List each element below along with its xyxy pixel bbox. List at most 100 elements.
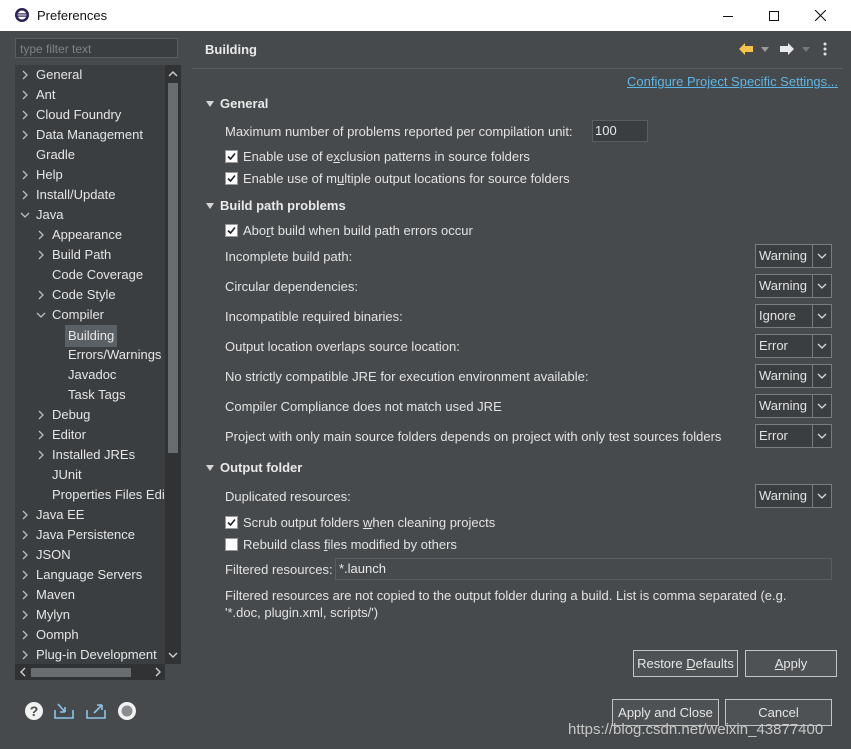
filtered-resources-label: Filtered resources:: [225, 562, 333, 577]
section-output-folder[interactable]: Output folder: [206, 460, 302, 475]
tree-item-label: Java EE: [36, 507, 85, 522]
checkbox-checked-icon[interactable]: [225, 224, 238, 238]
tree-item-label: Code Coverage: [52, 267, 144, 282]
filtered-resources-input[interactable]: *.launch: [335, 558, 832, 580]
tree-collapsed-icon[interactable]: [19, 525, 31, 545]
checkbox-checked-icon[interactable]: [225, 172, 238, 186]
tree-vertical-scrollbar[interactable]: [165, 65, 181, 664]
forward-menu-chevron-icon[interactable]: [802, 47, 810, 52]
abort-build-checkbox[interactable]: Abort build when build path errors occur: [225, 223, 473, 239]
tree-item-label: Oomph: [36, 627, 79, 642]
chevron-down-icon[interactable]: [812, 245, 831, 267]
window-title: Preferences: [37, 8, 108, 23]
maximize-button[interactable]: [751, 0, 797, 31]
chevron-down-icon[interactable]: [812, 485, 831, 507]
tree-collapsed-icon[interactable]: [19, 625, 31, 645]
tree-collapsed-icon[interactable]: [19, 85, 31, 105]
tree-item-label: Compiler: [52, 307, 105, 322]
tree-collapsed-icon[interactable]: [19, 185, 31, 205]
configure-project-settings-link[interactable]: Configure Project Specific Settings...: [627, 74, 838, 89]
tree-collapsed-icon[interactable]: [19, 125, 31, 145]
filter-input[interactable]: type filter text: [15, 38, 178, 58]
tree-expanded-icon[interactable]: [35, 305, 47, 325]
no-compatible-jre-select[interactable]: Warning: [755, 364, 832, 388]
duplicated-resources-label: Duplicated resources:: [225, 489, 351, 504]
eclipse-app-icon: [15, 8, 29, 22]
tree-item-label: Cloud Foundry: [36, 107, 122, 122]
expand-arrow-icon[interactable]: [206, 464, 214, 471]
minimize-button[interactable]: [705, 0, 751, 31]
restore-defaults-button[interactable]: Restore Defaults: [633, 650, 738, 677]
checkbox-unchecked-icon[interactable]: [225, 538, 238, 552]
tree-collapsed-icon[interactable]: [35, 425, 47, 445]
section-general[interactable]: General: [206, 96, 268, 111]
tree-item-label: Appearance: [52, 227, 123, 242]
main-depends-test-select[interactable]: Error: [755, 424, 832, 448]
tree-collapsed-icon[interactable]: [19, 65, 31, 85]
oomph-record-icon[interactable]: [117, 701, 137, 721]
tree-collapsed-icon[interactable]: [19, 645, 31, 664]
duplicated-resources-select[interactable]: Warning: [755, 484, 832, 508]
chevron-down-icon[interactable]: [812, 335, 831, 357]
tree-collapsed-icon[interactable]: [19, 105, 31, 125]
tree-collapsed-icon[interactable]: [19, 585, 31, 605]
apply-button[interactable]: Apply: [745, 650, 837, 677]
tree-collapsed-icon[interactable]: [35, 285, 47, 305]
incompatible-binaries-select[interactable]: Ignore: [755, 304, 832, 328]
forward-arrow-icon[interactable]: [779, 41, 795, 57]
tree-collapsed-icon[interactable]: [19, 605, 31, 625]
incomplete-build-path-select[interactable]: Warning: [755, 244, 832, 268]
rebuild-class-files-checkbox[interactable]: Rebuild class files modified by others: [225, 537, 457, 553]
scroll-right-icon[interactable]: [155, 667, 162, 677]
close-button[interactable]: [797, 0, 843, 31]
tree-collapsed-icon[interactable]: [19, 165, 31, 185]
expand-arrow-icon[interactable]: [206, 100, 214, 107]
chevron-down-icon[interactable]: [812, 425, 831, 447]
tree-expanded-icon[interactable]: [19, 205, 31, 225]
chevron-down-icon[interactable]: [812, 305, 831, 327]
output-overlaps-select[interactable]: Error: [755, 334, 832, 358]
back-menu-chevron-icon[interactable]: [761, 47, 769, 52]
tree-item-label: Installed JREs: [52, 447, 136, 462]
tree-collapsed-icon[interactable]: [19, 545, 31, 565]
dialog-footer: ? Apply and Close Cancel: [0, 684, 851, 749]
help-icon[interactable]: ?: [24, 701, 44, 721]
tree-collapsed-icon[interactable]: [35, 245, 47, 265]
max-problems-input[interactable]: 100: [592, 120, 648, 142]
view-menu-icon[interactable]: [823, 42, 827, 56]
chevron-down-icon[interactable]: [812, 395, 831, 417]
multiple-output-checkbox[interactable]: Enable use of multiple output locations …: [225, 171, 570, 187]
tree-item-label: Java Persistence: [36, 527, 135, 542]
vertical-scroll-thumb[interactable]: [168, 83, 178, 453]
compiler-compliance-select[interactable]: Warning: [755, 394, 832, 418]
circular-dependencies-select[interactable]: Warning: [755, 274, 832, 298]
tree-collapsed-icon[interactable]: [19, 505, 31, 525]
expand-arrow-icon[interactable]: [206, 202, 214, 209]
checkbox-checked-icon[interactable]: [225, 516, 238, 530]
page-title: Building: [205, 42, 257, 57]
scroll-down-icon[interactable]: [168, 652, 178, 659]
tree-item-label: Mylyn: [36, 607, 70, 622]
scroll-up-icon[interactable]: [168, 70, 178, 77]
scroll-left-icon[interactable]: [19, 667, 26, 677]
back-arrow-icon[interactable]: [738, 41, 754, 57]
scrub-output-checkbox[interactable]: Scrub output folders when cleaning proje…: [225, 515, 495, 531]
tree-item-label: Errors/Warnings: [68, 347, 162, 362]
tree-collapsed-icon[interactable]: [35, 225, 47, 245]
tree-item-label: JSON: [36, 547, 71, 562]
section-build-path-problems[interactable]: Build path problems: [206, 198, 346, 213]
import-icon[interactable]: [53, 701, 75, 721]
tree-collapsed-icon[interactable]: [19, 565, 31, 585]
tree-horizontal-scrollbar[interactable]: [15, 664, 165, 680]
export-icon[interactable]: [85, 701, 107, 721]
exclusion-patterns-checkbox[interactable]: Enable use of exclusion patterns in sour…: [225, 149, 530, 165]
chevron-down-icon[interactable]: [812, 275, 831, 297]
tree-collapsed-icon[interactable]: [35, 445, 47, 465]
checkbox-checked-icon[interactable]: [225, 150, 238, 164]
tree-item-label: JUnit: [52, 467, 82, 482]
chevron-down-icon[interactable]: [812, 365, 831, 387]
title-bar: Preferences: [0, 0, 851, 31]
incompatible-binaries-label: Incompatible required binaries:: [225, 309, 403, 324]
tree-collapsed-icon[interactable]: [35, 405, 47, 425]
horizontal-scroll-thumb[interactable]: [31, 668, 131, 677]
